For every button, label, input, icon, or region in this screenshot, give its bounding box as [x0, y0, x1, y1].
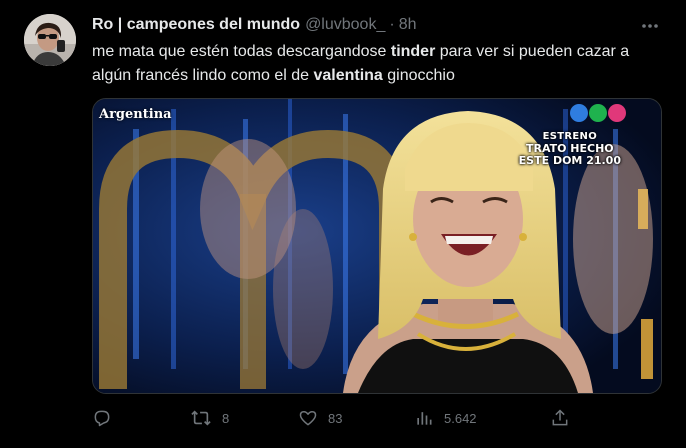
retweet-count: 8 — [222, 410, 230, 426]
display-name[interactable]: Ro | campeones del mundo — [92, 16, 300, 34]
separator-dot: · — [389, 16, 395, 33]
retweet-icon — [191, 410, 211, 426]
reply-icon — [94, 410, 110, 427]
views-icon — [417, 412, 432, 425]
tweet-header: Ro | campeones del mundo @luvbook_ · 8h — [92, 14, 416, 36]
tweet-actions: 8 83 5.642 — [92, 406, 572, 430]
text-segment: ginocchio — [382, 67, 455, 84]
tweet-media-image[interactable]: Argentina ESTRENO TRATO HECHO ESTE DOM 2… — [92, 98, 662, 394]
text-segment: me mata que estén todas descargandose — [92, 43, 391, 60]
heart-icon — [299, 411, 317, 426]
share-button[interactable] — [550, 406, 580, 430]
more-icon — [642, 24, 658, 28]
views-button[interactable]: 5.642 — [414, 406, 477, 430]
avatar[interactable] — [24, 14, 76, 66]
views-count: 5.642 — [444, 410, 477, 426]
share-icon — [552, 409, 568, 426]
promo-overlay: ESTRENO TRATO HECHO ESTE DOM 21.00 — [519, 131, 621, 167]
reply-button[interactable] — [92, 406, 122, 430]
tweet[interactable]: Ro | campeones del mundo @luvbook_ · 8h … — [0, 0, 686, 448]
like-button[interactable]: 83 — [298, 406, 342, 430]
bold-text: valentina — [313, 67, 383, 84]
tweet-text: me mata que estén todas descargandose ti… — [92, 40, 667, 88]
more-options-button[interactable] — [638, 14, 662, 38]
retweet-button[interactable]: 8 — [190, 406, 229, 430]
user-handle[interactable]: @luvbook_ — [305, 16, 385, 34]
channel-label: Argentina — [99, 107, 172, 122]
like-count: 83 — [328, 410, 343, 426]
promo-line-3: ESTE DOM 21.00 — [518, 154, 621, 167]
timestamp[interactable]: 8h — [399, 16, 417, 34]
bold-text: tinder — [390, 43, 436, 60]
